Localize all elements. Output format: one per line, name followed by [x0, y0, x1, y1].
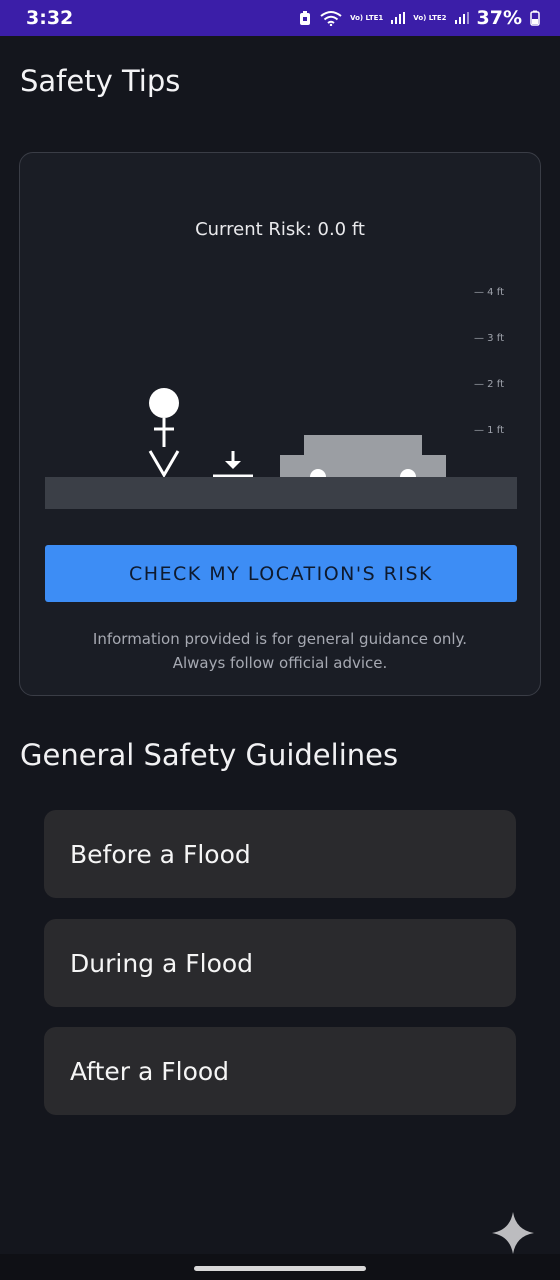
signal-bars-2-icon	[454, 12, 469, 24]
status-bar: 3:32 Vo) LTE1 Vo) LTE2 37%	[0, 0, 560, 36]
disclaimer-line-1: Information provided is for general guid…	[92, 630, 468, 648]
status-time: 3:32	[26, 7, 74, 29]
scale-tick-3ft: — 3 ft	[474, 333, 504, 344]
navigation-bar	[0, 1254, 560, 1280]
battery-saver-icon	[300, 11, 311, 25]
battery-percent: 37%	[476, 7, 522, 29]
guideline-label: After a Flood	[70, 1056, 230, 1086]
scale-tick-1ft: — 1 ft	[474, 425, 504, 436]
guideline-label: During a Flood	[70, 948, 254, 978]
home-gesture-handle[interactable]	[194, 1266, 366, 1271]
signal-2-label: Vo) LTE2	[413, 14, 447, 22]
water-level-marker-icon	[213, 451, 253, 478]
battery-icon	[530, 10, 540, 26]
guideline-during-flood[interactable]: During a Flood	[44, 919, 516, 1007]
disclaimer: Information provided is for general guid…	[20, 627, 540, 675]
status-icons: Vo) LTE1 Vo) LTE2 37%	[298, 7, 540, 29]
guideline-label: Before a Flood	[70, 839, 251, 869]
check-location-risk-button[interactable]: CHECK MY LOCATION'S RISK	[45, 545, 517, 602]
sparkle-icon	[492, 1212, 534, 1254]
guideline-after-flood[interactable]: After a Flood	[44, 1027, 516, 1115]
ground-strip	[45, 477, 517, 509]
app-screen: 3:32 Vo) LTE1 Vo) LTE2 37% Safety Tips C…	[0, 0, 560, 1280]
wifi-icon	[320, 11, 342, 26]
scale-tick-4ft: — 4 ft	[474, 287, 504, 298]
page-title: Safety Tips	[20, 64, 181, 98]
current-risk-label: Current Risk: 0.0 ft	[195, 219, 365, 240]
person-icon	[148, 388, 180, 478]
guideline-before-flood[interactable]: Before a Flood	[44, 810, 516, 898]
signal-1-label: Vo) LTE1	[350, 14, 384, 22]
scale-tick-2ft: — 2 ft	[474, 379, 504, 390]
risk-card: Current Risk: 0.0 ft — 4 ft — 3 ft — 2 f…	[19, 152, 541, 696]
disclaimer-line-2: Always follow official advice.	[172, 654, 388, 672]
guidelines-title: General Safety Guidelines	[20, 738, 399, 772]
signal-bars-1-icon	[391, 12, 406, 24]
